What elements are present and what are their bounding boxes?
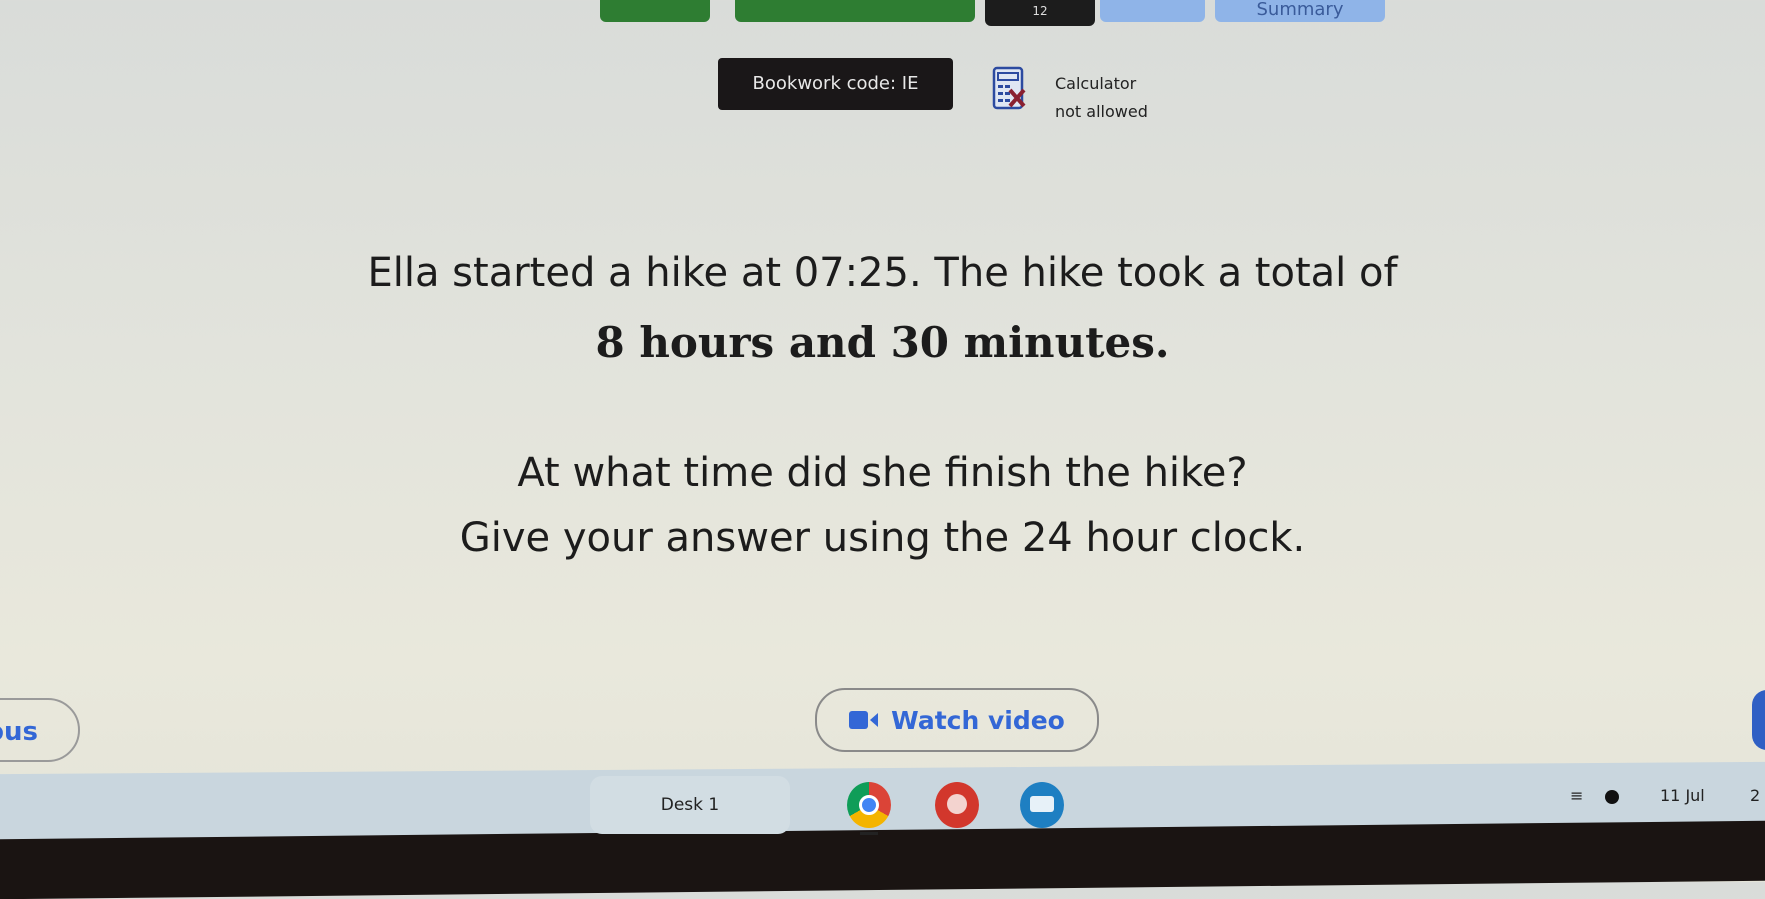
status-icon[interactable] <box>1605 790 1619 804</box>
active-app-indicator <box>860 832 878 835</box>
video-camera-icon <box>849 711 879 729</box>
watch-video-label: Watch video <box>891 705 1065 735</box>
previous-button[interactable]: ous <box>0 698 80 762</box>
summary-button[interactable]: Summary <box>1215 0 1385 22</box>
desk-button[interactable]: Desk 1 <box>590 776 790 834</box>
time-label[interactable]: 2 <box>1750 786 1760 805</box>
next-button-edge[interactable] <box>1752 690 1765 750</box>
cast-app-icon[interactable] <box>1020 782 1064 828</box>
calculator-note: not allowed <box>1055 102 1148 121</box>
bookwork-code: Bookwork code: IE <box>718 58 953 110</box>
nav-button-current[interactable]: 12 <box>985 0 1095 26</box>
date-label[interactable]: 11 Jul <box>1660 786 1705 805</box>
nav-button-green-2[interactable] <box>735 0 975 22</box>
question-prompt: At what time did she finish the hike? <box>517 450 1248 496</box>
question-line-1: Ella started a hike at 07:25. The hike t… <box>367 250 1398 296</box>
calculator-status: Calculator not allowed <box>1055 70 1148 126</box>
chrome-app-icon[interactable] <box>847 782 891 828</box>
nav-button-blue[interactable] <box>1100 0 1205 22</box>
calculator-not-allowed-icon <box>992 66 1026 110</box>
question-instruction: Give your answer using the 24 hour clock… <box>459 515 1306 561</box>
notes-icon[interactable]: ≡ <box>1570 786 1583 805</box>
calculator-label: Calculator <box>1055 74 1137 93</box>
paint-app-icon[interactable] <box>935 782 979 828</box>
question-line-2: 8 hours and 30 minutes. <box>595 318 1170 367</box>
nav-button-green-1[interactable] <box>600 0 710 22</box>
watch-video-button[interactable]: Watch video <box>815 688 1099 752</box>
